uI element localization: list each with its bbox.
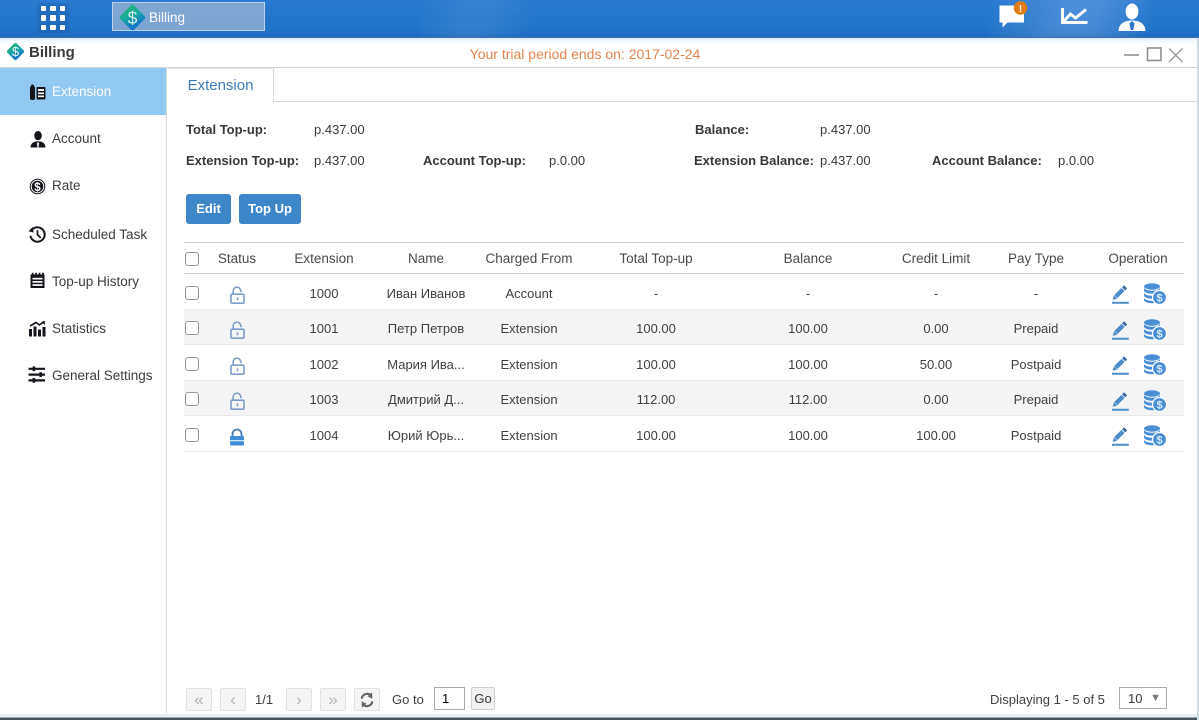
svg-text:$: $: [128, 7, 138, 27]
svg-text:$: $: [1156, 328, 1162, 340]
svg-text:$: $: [1156, 435, 1162, 447]
svg-text:$: $: [34, 182, 41, 194]
svg-text:!: !: [1019, 3, 1023, 15]
svg-text:$: $: [1156, 364, 1162, 376]
svg-text:$: $: [1156, 399, 1162, 411]
svg-text:$: $: [1156, 293, 1162, 305]
